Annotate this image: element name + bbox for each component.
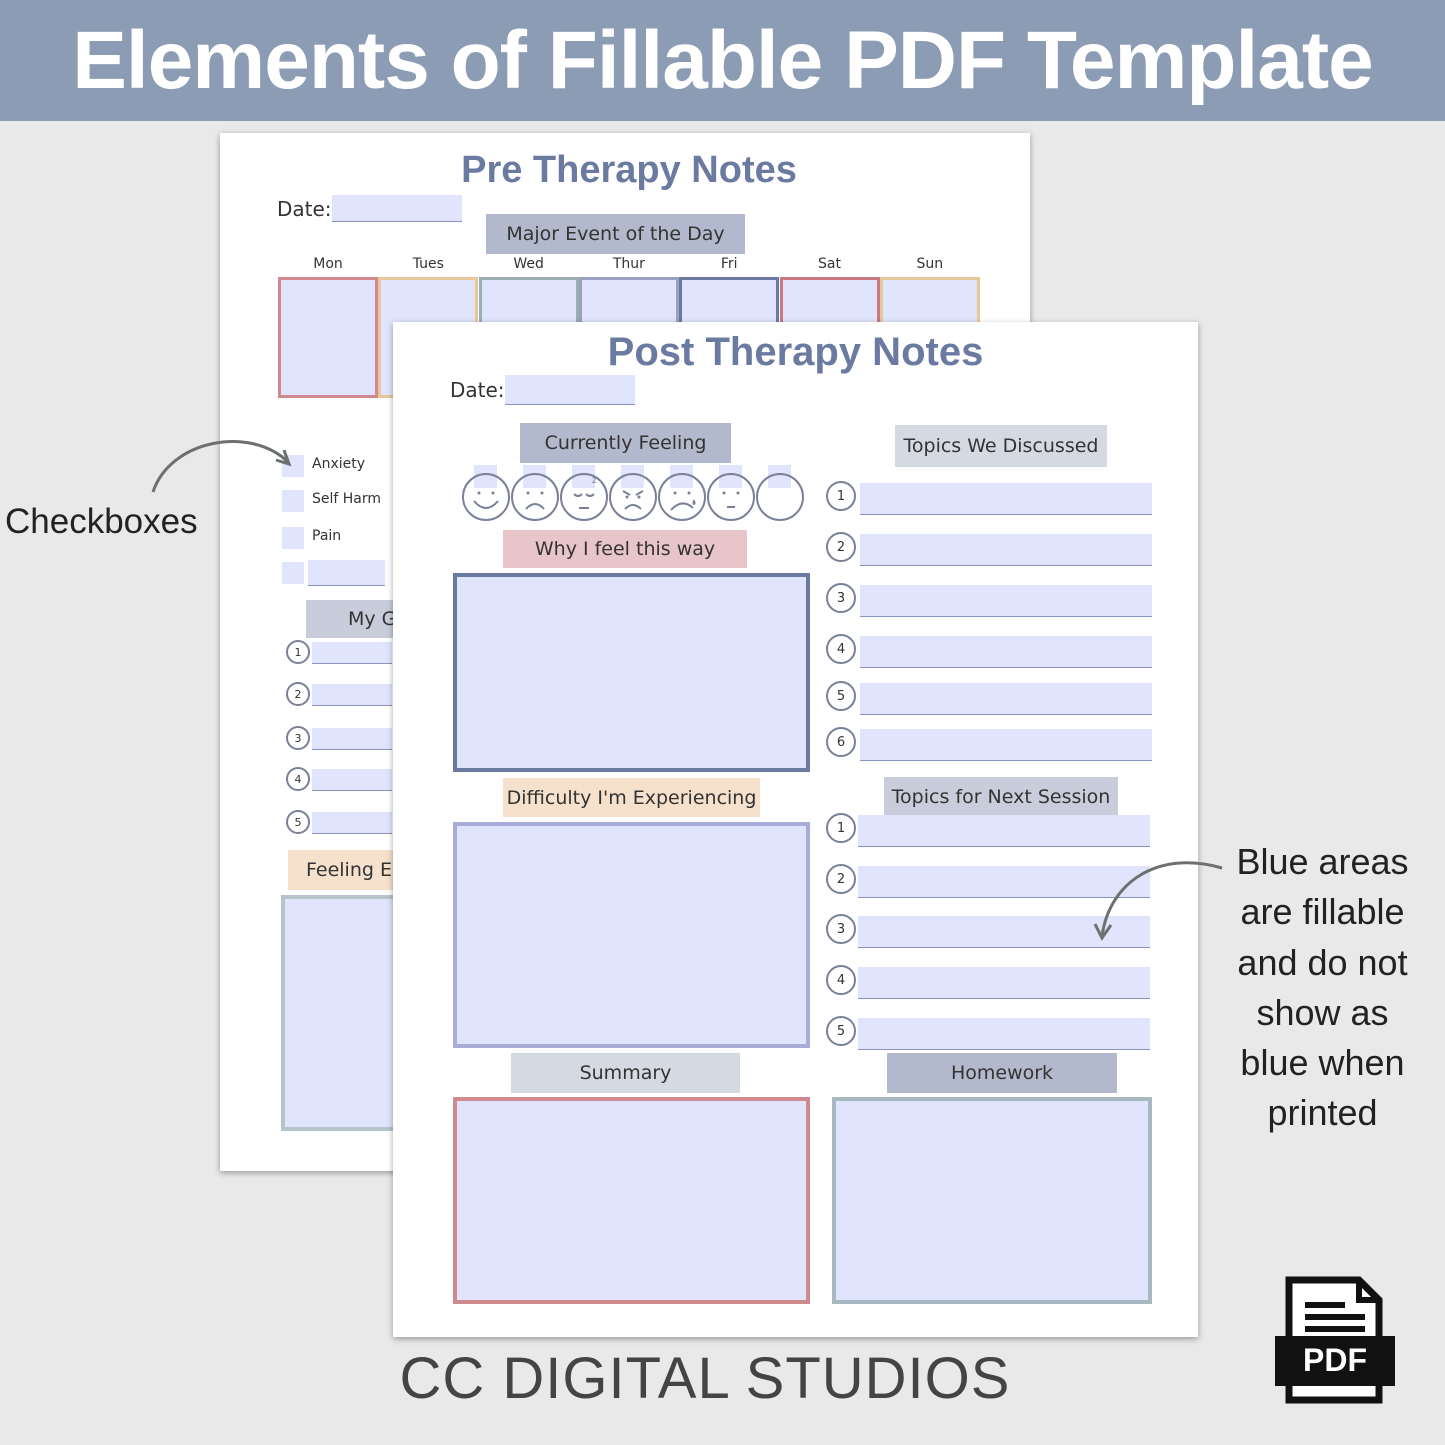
- checkbox[interactable]: [282, 455, 304, 477]
- number-badge: 4: [286, 767, 310, 791]
- checkbox-label: Anxiety: [312, 456, 366, 472]
- pdf-file-icon: PDF: [1275, 1276, 1395, 1406]
- major-event-header: Major Event of the Day: [486, 214, 745, 254]
- crying-face-icon[interactable]: [658, 465, 706, 521]
- number-badge: 3: [826, 914, 856, 944]
- goal-field[interactable]: [312, 642, 392, 664]
- day-label: Sun: [916, 256, 944, 272]
- topics-discussed-header: Topics We Discussed: [895, 425, 1107, 467]
- angry-face-icon[interactable]: [609, 465, 657, 521]
- svg-text:z: z: [592, 475, 597, 486]
- header-title: Elements of Fillable PDF Template: [72, 15, 1374, 106]
- page-title: Post Therapy Notes: [607, 330, 984, 374]
- goal-field[interactable]: [312, 812, 392, 834]
- topic-field[interactable]: [860, 585, 1152, 617]
- checkbox[interactable]: [282, 562, 304, 584]
- checkbox[interactable]: [282, 527, 304, 549]
- sleepy-face-icon[interactable]: z: [560, 465, 608, 521]
- pdf-label: PDF: [1303, 1342, 1367, 1378]
- emoji-row: z: [462, 465, 804, 521]
- difficulty-header: Difficulty I'm Experiencing: [503, 778, 760, 817]
- topic-field[interactable]: [858, 866, 1150, 898]
- number-badge: 5: [286, 810, 310, 834]
- number-badge: 4: [826, 634, 856, 664]
- goal-field[interactable]: [312, 769, 392, 791]
- checkboxes-annotation: Checkboxes: [5, 502, 198, 541]
- date-label: Date:: [277, 197, 332, 221]
- topic-field[interactable]: [860, 683, 1152, 715]
- summary-field[interactable]: [453, 1097, 810, 1304]
- number-badge: 1: [286, 640, 310, 664]
- neutral-face-icon[interactable]: [707, 465, 755, 521]
- brand-footer: CC DIGITAL STUDIOS: [399, 1346, 1011, 1411]
- number-badge: 6: [826, 727, 856, 757]
- day-label: Wed: [513, 256, 544, 272]
- number-badge: 2: [286, 682, 310, 706]
- goal-field[interactable]: [312, 684, 392, 706]
- homework-header: Homework: [887, 1053, 1117, 1093]
- annotation-line: are fillable: [1240, 891, 1405, 933]
- why-field[interactable]: [453, 573, 810, 772]
- day-label: Tues: [412, 256, 444, 272]
- annotation-line: blue when: [1240, 1042, 1405, 1084]
- topic-field[interactable]: [858, 1018, 1150, 1050]
- annotation-line: Blue areas: [1236, 841, 1409, 882]
- difficulty-field[interactable]: [453, 822, 810, 1048]
- day-label: Mon: [313, 256, 343, 272]
- number-badge: 4: [826, 965, 856, 995]
- checkbox-other-field[interactable]: [308, 560, 385, 586]
- topic-field[interactable]: [858, 967, 1150, 999]
- feeling-field[interactable]: [281, 895, 411, 1131]
- topic-field[interactable]: [860, 729, 1152, 761]
- sad-face-icon[interactable]: [511, 465, 559, 521]
- summary-header: Summary: [511, 1053, 740, 1093]
- goal-field[interactable]: [312, 728, 392, 750]
- date-label: Date:: [450, 378, 505, 402]
- annotation-line: and do not: [1237, 941, 1408, 983]
- number-badge: 3: [286, 726, 310, 750]
- number-badge: 2: [826, 532, 856, 562]
- annotation-line: printed: [1267, 1092, 1378, 1134]
- day-label: Sat: [818, 256, 841, 272]
- topic-field[interactable]: [858, 916, 1150, 948]
- day-field-mon[interactable]: [278, 277, 378, 398]
- day-label: Fri: [720, 256, 738, 272]
- why-header: Why I feel this way: [503, 530, 747, 568]
- topic-field[interactable]: [860, 534, 1152, 566]
- date-field[interactable]: [505, 375, 635, 405]
- blank-face-icon[interactable]: [756, 465, 804, 521]
- number-badge: 5: [826, 681, 856, 711]
- page-title: Pre Therapy Notes: [461, 149, 797, 191]
- currently-feeling-header: Currently Feeling: [520, 423, 731, 463]
- homework-field[interactable]: [832, 1097, 1152, 1304]
- topic-field[interactable]: [860, 636, 1152, 668]
- date-field[interactable]: [332, 195, 462, 222]
- number-badge: 2: [826, 864, 856, 894]
- next-session-header: Topics for Next Session: [884, 777, 1118, 817]
- checkbox-label: Pain: [312, 528, 342, 544]
- happy-face-icon[interactable]: [462, 465, 510, 521]
- topic-field[interactable]: [860, 483, 1152, 515]
- number-badge: 5: [826, 1016, 856, 1046]
- day-label: Thur: [612, 256, 645, 272]
- topic-field[interactable]: [858, 815, 1150, 847]
- number-badge: 3: [826, 583, 856, 613]
- number-badge: 1: [826, 481, 856, 511]
- checkbox[interactable]: [282, 490, 304, 512]
- checkbox-label: Self Harm: [312, 491, 382, 507]
- number-badge: 1: [826, 813, 856, 843]
- blue-areas-annotation: Blue areas are fillable and do not show as b…: [1200, 840, 1445, 1142]
- annotation-line: show as: [1256, 991, 1389, 1033]
- post-therapy-page: Post Therapy Notes Date: Currently Feeli…: [393, 322, 1198, 1337]
